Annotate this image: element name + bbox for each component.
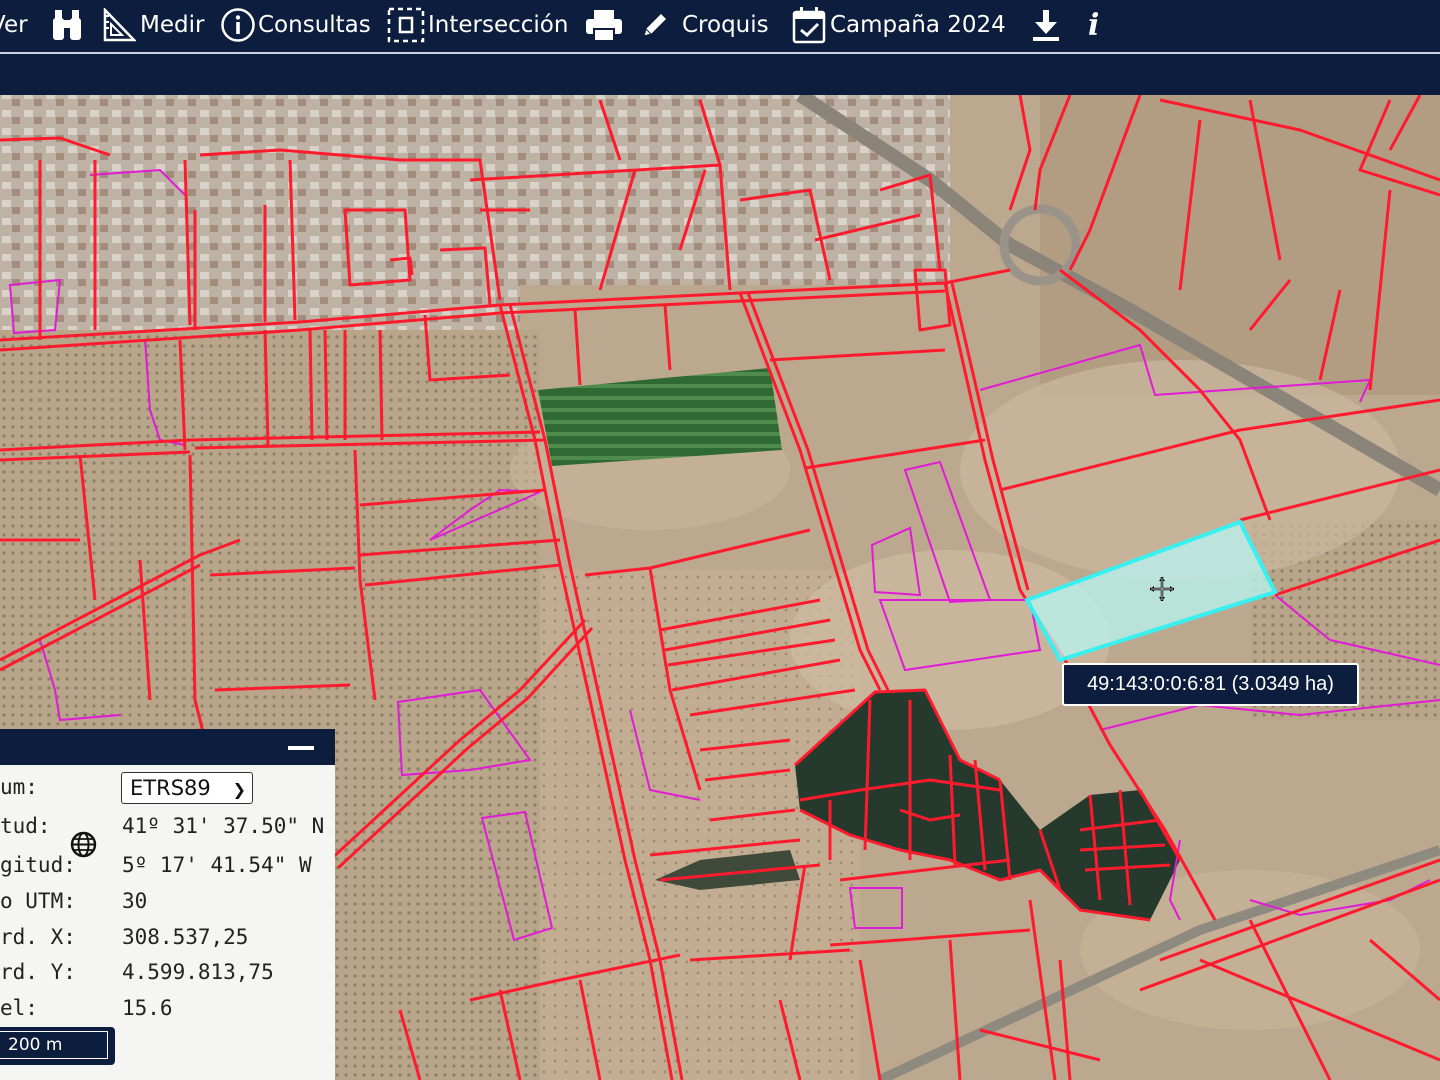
info-icon: i (1088, 7, 1100, 43)
print-button[interactable] (585, 0, 623, 50)
medir-button[interactable]: Medir (102, 0, 204, 50)
info-circle-icon (221, 8, 255, 42)
scale-bar-label: 200 m (0, 1031, 108, 1059)
interseccion-button[interactable]: Intersección (386, 0, 568, 50)
minimize-icon[interactable] (288, 746, 314, 750)
zoom-level-row: el: 15.6 (0, 996, 335, 1026)
longitude-row: gitud: 5º 17' 41.54" W (0, 853, 335, 883)
print-icon (586, 10, 622, 42)
secondary-toolbar (0, 54, 1440, 95)
info-button[interactable]: i (1088, 0, 1099, 50)
datum-label: um: (0, 775, 38, 799)
datum-select[interactable]: ETRS89 ❯ (121, 772, 253, 804)
coord-y-value: 4.599.813,75 (122, 960, 274, 984)
ruler-icon (103, 8, 136, 42)
coordinates-panel-header (0, 729, 335, 765)
parcel-tooltip: 49:143:0:0:6:81 (3.0349 ha) (1062, 663, 1359, 706)
latitude-value: 41º 31' 37.50" N (122, 814, 325, 838)
crosshair-cursor-icon (1150, 577, 1174, 601)
datum-value: ETRS89 (130, 776, 211, 800)
coord-x-value: 308.537,25 (122, 925, 249, 949)
croquis-button[interactable]: Croquis (640, 0, 769, 50)
coordinates-panel: um: ETRS89 ❯ tud: 41º 31' 37.50" N gitud… (0, 729, 335, 1080)
pencil-icon (643, 14, 666, 37)
zoom-level-label: el: (0, 996, 38, 1020)
interseccion-label: Intersección (428, 12, 569, 38)
coord-x-label: rd. X: (0, 925, 76, 949)
download-icon (1033, 10, 1059, 41)
chevron-down-icon: ❯ (232, 780, 246, 799)
campana-label: Campaña 2024 (830, 12, 1006, 38)
calendar-icon (792, 7, 826, 44)
binoculars-button[interactable] (52, 0, 82, 50)
consultas-button[interactable]: Consultas (220, 0, 371, 50)
utm-zone-value: 30 (122, 889, 148, 913)
main-toolbar: Ver Medir Consultas Intersección (0, 0, 1440, 52)
coord-y-row: rd. Y: 4.599.813,75 (0, 960, 335, 990)
ver-label: Ver (0, 12, 28, 38)
croquis-label: Croquis (682, 12, 769, 38)
intersection-icon (387, 7, 425, 43)
medir-label: Medir (140, 12, 205, 38)
coord-y-label: rd. Y: (0, 960, 76, 984)
utm-zone-row: o UTM: 30 (0, 889, 335, 919)
campana-button[interactable]: Campaña 2024 (792, 0, 1006, 50)
longitude-value: 5º 17' 41.54" W (122, 853, 312, 877)
binoculars-icon (53, 10, 81, 40)
latitude-label: tud: (0, 814, 51, 838)
utm-zone-label: o UTM: (0, 889, 76, 913)
zoom-level-value: 15.6 (122, 996, 173, 1020)
coord-x-row: rd. X: 308.537,25 (0, 925, 335, 955)
latitude-row: tud: 41º 31' 37.50" N (0, 814, 335, 844)
download-button[interactable] (1030, 0, 1062, 50)
ver-menu[interactable]: Ver (0, 0, 28, 50)
consultas-label: Consultas (258, 12, 371, 38)
scale-bar: 200 m (0, 1027, 115, 1065)
longitude-label: gitud: (0, 853, 76, 877)
